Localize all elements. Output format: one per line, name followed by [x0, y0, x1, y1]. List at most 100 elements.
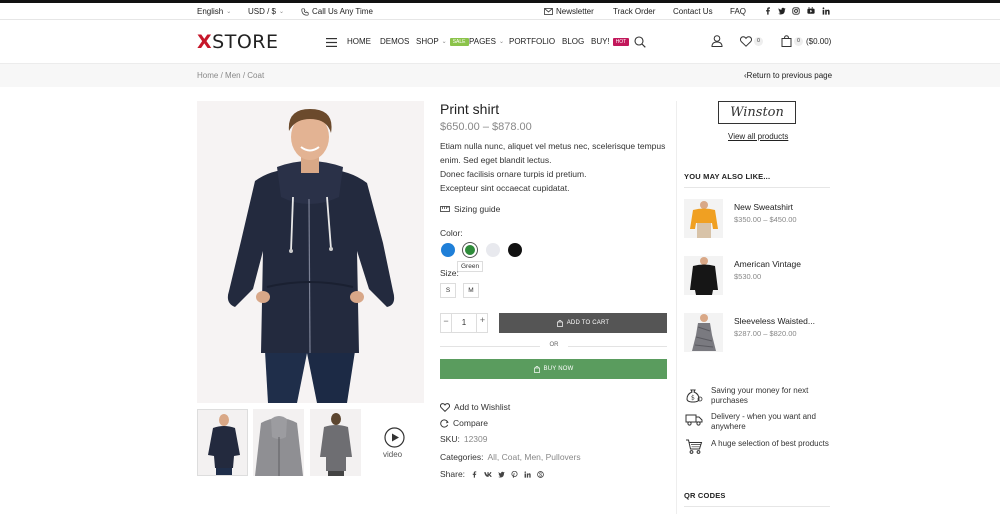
twitter-icon[interactable]	[778, 7, 786, 15]
vk-icon[interactable]	[484, 471, 492, 478]
compare-link[interactable]: Compare	[440, 418, 488, 428]
breadcrumb-home[interactable]: Home	[197, 71, 218, 80]
cart-bag-icon[interactable]	[781, 35, 792, 47]
linkedin-icon[interactable]	[524, 470, 531, 478]
categories-label: Categories:	[440, 452, 484, 462]
nav-pages[interactable]: PAGES ⌄	[469, 37, 504, 46]
sizing-guide-label: Sizing guide	[454, 204, 501, 214]
related-product-price-3: $287.00 – $820.00	[734, 329, 797, 338]
dress-image	[692, 314, 716, 351]
cart-total[interactable]: ($0.00)	[806, 37, 831, 46]
account-icon[interactable]	[711, 35, 723, 47]
qty-minus-button[interactable]: −	[441, 316, 451, 326]
qr-divider	[684, 506, 830, 507]
category-link-coat[interactable]: Coat	[502, 452, 520, 462]
nav-shop[interactable]: SHOP ⌄ SALE	[416, 37, 469, 46]
category-link-men[interactable]: Men	[524, 452, 541, 462]
size-option-s[interactable]: S	[440, 283, 456, 298]
twitter-icon[interactable]	[498, 471, 505, 478]
video-thumbnail[interactable]	[384, 427, 405, 448]
color-swatch-green[interactable]	[463, 243, 477, 257]
product-description-3: Excepteur sint occaecat cupidatat.	[440, 183, 570, 193]
also-like-heading: YOU MAY ALSO LIKE...	[684, 172, 771, 181]
logo-text: STORE	[212, 31, 279, 53]
skype-icon[interactable]	[537, 470, 544, 478]
quantity-input[interactable]: 1	[452, 318, 476, 327]
color-swatch-blue[interactable]	[441, 243, 455, 257]
category-link-pullovers[interactable]: Pullovers	[546, 452, 581, 462]
call-us-link[interactable]: Call Us Any Time	[301, 7, 373, 16]
view-all-products-link[interactable]: View all products	[728, 132, 788, 141]
breadcrumb-coat[interactable]: Coat	[247, 71, 264, 80]
shopping-cart-icon	[686, 439, 703, 454]
chevron-down-icon: ⌄	[226, 9, 232, 15]
sizing-guide-link[interactable]: Sizing guide	[440, 204, 500, 214]
wishlist-heart-icon[interactable]	[740, 36, 752, 47]
brand-logo-winston[interactable]: Winston	[718, 101, 796, 124]
nav-demos[interactable]: DEMOS	[380, 37, 409, 46]
thumbnail-2[interactable]	[253, 409, 304, 476]
menu-hamburger-icon[interactable]	[326, 38, 337, 47]
add-to-wishlist-link[interactable]: Add to Wishlist	[440, 402, 510, 412]
video-label: video	[383, 450, 403, 459]
pinterest-icon[interactable]	[511, 470, 518, 478]
buy-now-label: BUY NOW	[543, 366, 574, 372]
facebook-icon[interactable]	[764, 7, 772, 15]
product-price: $650.00 – $878.00	[440, 121, 532, 133]
wishlist-label: Add to Wishlist	[454, 402, 511, 412]
hot-badge: HOT	[612, 37, 630, 46]
nav-buy[interactable]: BUY! HOT	[591, 37, 630, 46]
related-product-image-2[interactable]	[684, 256, 723, 295]
nav-pages-label: PAGES	[469, 37, 496, 46]
add-to-cart-button[interactable]: ADD TO CART	[499, 313, 667, 333]
thumbnail-3[interactable]	[310, 409, 361, 476]
thumbnail-1[interactable]	[197, 409, 248, 476]
breadcrumb-men[interactable]: Men	[225, 71, 241, 80]
nav-blog[interactable]: BLOG	[562, 37, 584, 46]
sku-label: SKU:	[440, 434, 460, 444]
bag-icon	[556, 319, 563, 327]
back-link[interactable]: ‹Return to previous page	[744, 71, 832, 80]
facebook-icon[interactable]	[471, 470, 478, 478]
currency-select[interactable]: USD / $ ⌄	[248, 7, 284, 16]
site-logo[interactable]: XSTORE	[197, 31, 278, 53]
nav-home[interactable]: HOME	[347, 37, 371, 46]
nav-portfolio[interactable]: PORTFOLIO	[509, 37, 555, 46]
or-divider-right	[568, 346, 667, 347]
thumbnail-front-image	[208, 414, 240, 475]
search-icon[interactable]	[634, 36, 646, 48]
faq-link[interactable]: FAQ	[730, 7, 746, 16]
color-label: Color:	[440, 228, 463, 238]
category-link-all[interactable]: All	[487, 452, 496, 462]
logo-x: X	[197, 31, 213, 53]
wishlist-count: 0	[754, 37, 763, 46]
svg-text:$: $	[691, 395, 695, 402]
youtube-icon[interactable]	[807, 7, 815, 15]
related-product-name-1[interactable]: New Sweatshirt	[734, 202, 793, 212]
language-select[interactable]: English ⌄	[197, 7, 231, 16]
color-swatch-black[interactable]	[508, 243, 522, 257]
currency-label: USD / $	[248, 7, 277, 16]
related-product-image-3[interactable]	[684, 313, 723, 352]
related-product-name-3[interactable]: Sleeveless Waisted...	[734, 316, 815, 326]
buy-now-button[interactable]: BUY NOW	[440, 359, 667, 379]
product-description-1: Etiam nulla nunc, aliquet vel metus nec,…	[440, 141, 666, 165]
related-product-name-2[interactable]: American Vintage	[734, 259, 801, 269]
size-option-m[interactable]: M	[463, 283, 479, 298]
model-hoodie-image	[227, 109, 395, 403]
contact-us-link[interactable]: Contact Us	[673, 7, 713, 16]
thumbnail-grey-hoodie-image	[255, 416, 303, 476]
color-swatch-white[interactable]	[486, 243, 500, 257]
compare-icon	[440, 418, 449, 428]
track-order-link[interactable]: Track Order	[613, 7, 655, 16]
instagram-icon[interactable]	[792, 7, 800, 15]
product-main-image[interactable]	[197, 101, 424, 403]
linkedin-icon[interactable]	[822, 7, 830, 15]
back-link-label: Return to previous page	[746, 71, 833, 80]
delivery-truck-icon	[685, 414, 703, 426]
qty-plus-button[interactable]: +	[477, 315, 488, 325]
related-product-image-1[interactable]	[684, 199, 723, 238]
related-product-price-1: $350.00 – $450.00	[734, 215, 797, 224]
newsletter-link[interactable]: Newsletter	[544, 7, 594, 16]
bag-icon	[533, 365, 540, 373]
